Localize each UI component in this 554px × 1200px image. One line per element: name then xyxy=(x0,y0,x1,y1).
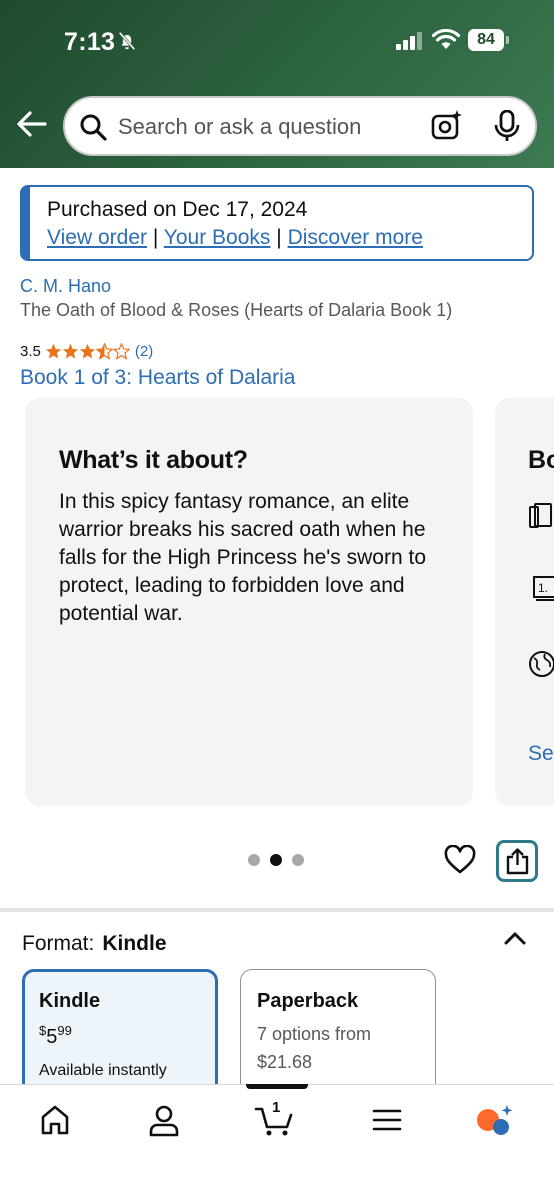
wifi-icon xyxy=(432,28,460,49)
bell-off-icon xyxy=(118,31,136,51)
purchase-links: View order | Your Books | Discover more xyxy=(47,226,423,250)
home-icon[interactable] xyxy=(38,1103,72,1137)
carousel-dot[interactable] xyxy=(292,854,304,866)
about-card-body: In this spicy fantasy romance, an elite … xyxy=(59,490,426,625)
star-full-icon xyxy=(45,343,62,359)
discover-more-link[interactable]: Discover more xyxy=(288,226,423,249)
format-price: $599 xyxy=(39,1023,72,1049)
section-divider xyxy=(0,908,554,912)
book-title: The Oath of Blood & Roses (Hearts of Dal… xyxy=(20,300,453,320)
account-icon[interactable] xyxy=(147,1103,181,1137)
app-header: 7:13 84 Search or ask a question xyxy=(0,0,554,168)
pages-icon xyxy=(529,503,552,528)
format-options-count: 7 options from xyxy=(257,1024,372,1044)
cart-count-badge: 1 xyxy=(272,1099,281,1116)
format-name: Paperback xyxy=(257,990,359,1012)
chevron-up-icon[interactable] xyxy=(502,928,528,948)
format-option-kindle[interactable]: Kindle $599 Available instantly xyxy=(22,969,218,1099)
view-order-link[interactable]: View order xyxy=(47,226,147,249)
battery-level: 84 xyxy=(468,29,504,51)
battery-indicator: 84 xyxy=(468,29,510,51)
rufus-assistant-icon[interactable] xyxy=(474,1103,516,1137)
series-link[interactable]: Book 1 of 3: Hearts of Dalaria xyxy=(20,366,295,390)
rating-row[interactable]: 3.5 (2) xyxy=(20,341,153,361)
your-books-link[interactable]: Your Books xyxy=(164,226,271,249)
signal-icon xyxy=(396,32,422,50)
share-icon xyxy=(506,848,529,875)
format-label: Format: xyxy=(22,932,95,955)
star-empty-icon xyxy=(112,342,130,360)
price-cents: 99 xyxy=(57,1023,72,1038)
rating-count[interactable]: (2) xyxy=(135,343,153,360)
star-full-icon xyxy=(62,343,79,359)
search-input[interactable]: Search or ask a question xyxy=(118,114,361,140)
search-bar[interactable]: Search or ask a question xyxy=(63,96,537,156)
carousel-pagination xyxy=(248,854,304,866)
search-icon xyxy=(80,114,107,141)
format-row: Format: Kindle xyxy=(22,932,167,956)
format-name: Kindle xyxy=(39,990,101,1012)
back-arrow-icon[interactable] xyxy=(14,106,50,142)
purchase-date: Purchased on Dec 17, 2024 xyxy=(47,198,308,221)
book-details-card[interactable]: Bo 1. Se xyxy=(495,398,554,806)
rating-stars xyxy=(45,342,130,360)
svg-text:1.: 1. xyxy=(538,581,548,595)
heart-icon[interactable] xyxy=(444,845,476,875)
microphone-icon[interactable] xyxy=(493,110,521,142)
star-half-icon xyxy=(95,342,113,360)
nav-indicator xyxy=(246,1084,308,1089)
about-card-title: What’s it about? xyxy=(59,446,248,474)
link-separator: | xyxy=(276,226,282,249)
book-number-icon: 1. xyxy=(533,576,554,601)
format-option-paperback[interactable]: Paperback 7 options from $21.68 xyxy=(240,969,436,1099)
bottom-navigation: 1 xyxy=(0,1084,554,1200)
price-dollars: 5 xyxy=(46,1026,58,1048)
book-details-title: Bo xyxy=(528,446,554,474)
author-link[interactable]: C. M. Hano xyxy=(20,276,111,297)
share-button[interactable] xyxy=(496,840,538,882)
rating-value: 3.5 xyxy=(20,342,41,360)
camera-icon[interactable] xyxy=(431,110,463,142)
availability-note: Available instantly xyxy=(39,1062,167,1079)
status-time: 7:13 xyxy=(64,28,116,56)
carousel-dot-active[interactable] xyxy=(270,854,282,866)
about-card[interactable]: What’s it about? In this spicy fantasy r… xyxy=(25,398,473,806)
price-currency: $ xyxy=(39,1023,47,1038)
battery-tip xyxy=(506,36,509,44)
see-more-link[interactable]: Se xyxy=(528,742,554,766)
star-full-icon xyxy=(79,343,96,359)
menu-icon[interactable] xyxy=(370,1103,404,1137)
link-separator: | xyxy=(152,226,159,249)
globe-icon xyxy=(529,651,554,677)
format-price: $21.68 xyxy=(257,1052,313,1072)
carousel-dot[interactable] xyxy=(248,854,260,866)
format-value: Kindle xyxy=(102,932,167,955)
purchase-notice: Purchased on Dec 17, 2024 View order | Y… xyxy=(20,185,534,261)
